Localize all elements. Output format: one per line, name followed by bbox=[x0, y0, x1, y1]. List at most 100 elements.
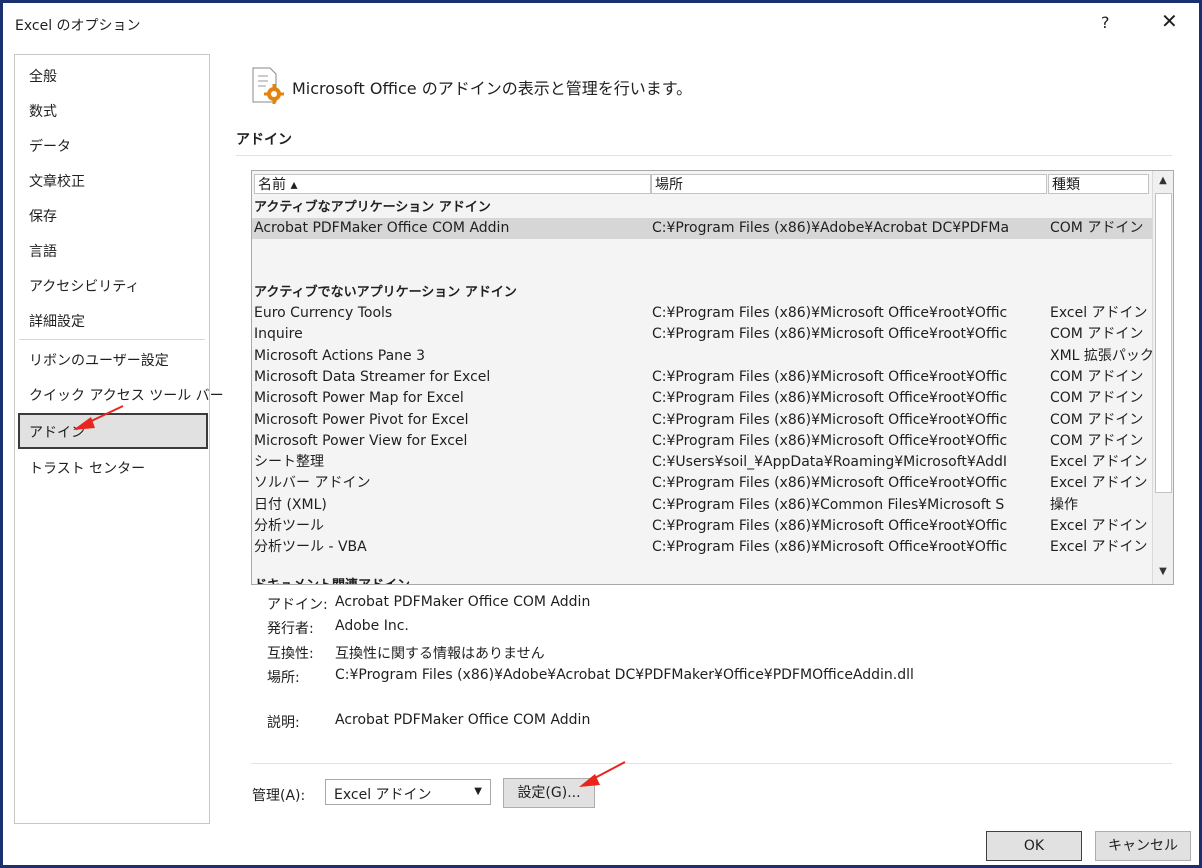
group-heading-inactive: アクティブでないアプリケーション アドイン bbox=[254, 285, 517, 300]
addin-location: C:¥Program Files (x86)¥Microsoft Office¥… bbox=[652, 518, 1008, 534]
addin-type: Excel アドイン bbox=[1050, 539, 1148, 556]
ok-button[interactable]: OK bbox=[986, 831, 1082, 861]
table-row[interactable]: 分析ツール - VBA C:¥Program Files (x86)¥Micros… bbox=[252, 537, 1152, 558]
help-button[interactable]: ? bbox=[1101, 13, 1110, 32]
addin-location: C:¥Program Files (x86)¥Microsoft Office¥… bbox=[652, 326, 1008, 343]
list-scrollbar[interactable]: ▲ ▼ bbox=[1152, 171, 1173, 584]
category-nav: 全般 数式 データ 文章校正 保存 言語 アクセシビリティ 詳細設定 リボンのユ… bbox=[14, 54, 224, 824]
addin-location: C:¥Program Files (x86)¥Microsoft Office¥… bbox=[652, 432, 1008, 449]
addin-type: COM アドイン bbox=[1050, 432, 1144, 449]
group-heading-document: ドキュメント関連アドイン bbox=[254, 575, 410, 584]
addin-name: Microsoft Actions Pane 3 bbox=[254, 347, 425, 364]
table-row[interactable]: Acrobat PDFMaker Office COM Addin C:¥Pro… bbox=[252, 218, 1152, 239]
detail-publisher-label: 発行者: bbox=[267, 621, 314, 637]
table-row[interactable]: Inquire C:¥Program Files (x86)¥Microsoft … bbox=[252, 324, 1152, 345]
manage-divider bbox=[251, 763, 1172, 764]
table-row[interactable]: Microsoft Power Map for Excel C:¥Program … bbox=[252, 388, 1152, 409]
section-title: アドイン bbox=[236, 132, 292, 148]
group-heading-active: アクティブなアプリケーション アドイン bbox=[254, 200, 491, 215]
nav-item-trust-center[interactable]: トラスト センター bbox=[29, 458, 145, 478]
addin-name: 日付 (XML) bbox=[254, 496, 327, 513]
table-row[interactable]: Euro Currency Tools C:¥Program Files (x86… bbox=[252, 303, 1152, 324]
page-heading: Microsoft Office のアドインの表示と管理を行います。 bbox=[292, 79, 693, 98]
column-header-location[interactable]: 場所 bbox=[651, 174, 1047, 194]
nav-item-formulas[interactable]: 数式 bbox=[29, 101, 57, 121]
nav-item-customize-ribbon[interactable]: リボンのユーザー設定 bbox=[29, 350, 169, 370]
addin-name: Microsoft Power Map for Excel bbox=[254, 390, 464, 407]
detail-publisher-value: Adobe Inc. bbox=[335, 618, 409, 634]
addin-location: C:¥Program Files (x86)¥Microsoft Office¥… bbox=[652, 411, 1008, 428]
addin-type: COM アドイン bbox=[1050, 326, 1144, 343]
addin-location: C:¥Program Files (x86)¥Microsoft Office¥… bbox=[652, 539, 1008, 556]
column-header-type[interactable]: 種類 bbox=[1048, 174, 1149, 194]
addin-location: C:¥Program Files (x86)¥Microsoft Office¥… bbox=[652, 305, 1008, 321]
table-row[interactable]: 分析ツール C:¥Program Files (x86)¥Microsoft Of… bbox=[252, 516, 1152, 537]
nav-divider bbox=[19, 339, 205, 340]
detail-location-value: C:¥Program Files (x86)¥Adobe¥Acrobat DC¥… bbox=[335, 667, 914, 683]
title-bar: Excel のオプション ? ✕ bbox=[3, 3, 1199, 47]
addin-name: Acrobat PDFMaker Office COM Addin bbox=[254, 220, 510, 236]
table-row[interactable]: 日付 (XML) C:¥Program Files (x86)¥Common Fi… bbox=[252, 495, 1152, 516]
detail-compat-value: 互換性に関する情報はありません bbox=[335, 646, 545, 662]
addin-name: Microsoft Data Streamer for Excel bbox=[254, 368, 491, 385]
detail-description-value: Acrobat PDFMaker Office COM Addin bbox=[335, 712, 591, 728]
addin-location: C:¥Program Files (x86)¥Adobe¥Acrobat DC¥… bbox=[652, 220, 1010, 236]
addin-type: Excel アドイン bbox=[1050, 305, 1148, 321]
addin-location: C:¥Program Files (x86)¥Microsoft Office¥… bbox=[652, 368, 1008, 385]
addin-type: Excel アドイン bbox=[1050, 454, 1148, 471]
table-row[interactable]: ソルバー アドイン C:¥Program Files (x86)¥Microsof… bbox=[252, 473, 1152, 494]
settings-button[interactable]: 設定(G)... bbox=[503, 778, 595, 808]
addin-gear-icon bbox=[252, 67, 284, 104]
scroll-thumb[interactable] bbox=[1155, 193, 1172, 493]
nav-item-advanced[interactable]: 詳細設定 bbox=[29, 311, 85, 331]
nav-item-save[interactable]: 保存 bbox=[29, 206, 57, 226]
addin-type: XML 拡張パック bbox=[1050, 347, 1152, 364]
nav-item-quick-access-toolbar[interactable]: クイック アクセス ツール バー bbox=[29, 385, 224, 405]
addin-name: 分析ツール - VBA bbox=[254, 539, 367, 556]
table-row[interactable]: Microsoft Power Pivot for Excel C:¥Progra… bbox=[252, 410, 1152, 431]
addins-list-content: 名前 ▴ 場所 種類 アクティブなアプリケーション アドイン Acrobat P… bbox=[252, 171, 1152, 584]
manage-dropdown[interactable]: Excel アドイン ▼ bbox=[325, 779, 491, 805]
nav-item-addins[interactable]: アドイン bbox=[29, 422, 85, 442]
nav-item-accessibility[interactable]: アクセシビリティ bbox=[29, 276, 139, 296]
nav-item-data[interactable]: データ bbox=[29, 136, 71, 156]
manage-label: 管理(A): bbox=[252, 788, 306, 804]
addin-location: C:¥Program Files (x86)¥Common Files¥Micr… bbox=[652, 496, 1005, 513]
addin-name: シート整理 bbox=[254, 454, 324, 471]
addins-list[interactable]: 名前 ▴ 場所 種類 アクティブなアプリケーション アドイン Acrobat P… bbox=[251, 170, 1174, 585]
addin-type: Excel アドイン bbox=[1050, 518, 1148, 534]
addin-name: Microsoft Power View for Excel bbox=[254, 432, 468, 449]
addin-name: ソルバー アドイン bbox=[254, 475, 371, 492]
chevron-down-icon: ▼ bbox=[474, 786, 482, 797]
column-header-name[interactable]: 名前 ▴ bbox=[254, 174, 651, 194]
table-row[interactable]: Microsoft Actions Pane 3 XML 拡張パック bbox=[252, 346, 1152, 367]
addin-name: Inquire bbox=[254, 326, 303, 343]
scroll-up-icon[interactable]: ▲ bbox=[1153, 171, 1173, 191]
table-row[interactable]: Microsoft Data Streamer for Excel C:¥Prog… bbox=[252, 367, 1152, 388]
nav-item-proofing[interactable]: 文章校正 bbox=[29, 171, 85, 191]
detail-location-label: 場所: bbox=[267, 670, 300, 686]
addin-name: Euro Currency Tools bbox=[254, 305, 393, 321]
section-divider bbox=[236, 155, 1172, 156]
addin-location: C:¥Users¥soil_¥AppData¥Roaming¥Microsoft… bbox=[652, 454, 1008, 471]
detail-description-label: 説明: bbox=[267, 715, 300, 731]
detail-compat-label: 互換性: bbox=[267, 646, 314, 662]
excel-options-dialog: Excel のオプション ? ✕ 全般 数式 データ 文章校正 保存 言語 アク… bbox=[0, 0, 1202, 868]
addin-type: COM アドイン bbox=[1050, 390, 1144, 407]
dialog-title: Excel のオプション bbox=[15, 18, 141, 34]
nav-item-general[interactable]: 全般 bbox=[29, 66, 57, 86]
addin-location: C:¥Program Files (x86)¥Microsoft Office¥… bbox=[652, 475, 1008, 492]
close-button[interactable]: ✕ bbox=[1161, 9, 1178, 33]
nav-item-language[interactable]: 言語 bbox=[29, 241, 57, 261]
table-row[interactable]: シート整理 C:¥Users¥soil_¥AppData¥Roaming¥Micr… bbox=[252, 452, 1152, 473]
detail-addin-label: アドイン: bbox=[267, 597, 328, 613]
cancel-button[interactable]: キャンセル bbox=[1095, 831, 1191, 861]
addin-type: 操作 bbox=[1050, 496, 1078, 513]
manage-dropdown-value: Excel アドイン bbox=[334, 787, 432, 803]
table-row[interactable]: Microsoft Power View for Excel C:¥Program… bbox=[252, 431, 1152, 452]
addin-location: C:¥Program Files (x86)¥Microsoft Office¥… bbox=[652, 390, 1008, 407]
addin-type: Excel アドイン bbox=[1050, 475, 1148, 492]
addin-type: COM アドイン bbox=[1050, 220, 1144, 236]
scroll-down-icon[interactable]: ▼ bbox=[1153, 562, 1173, 582]
addin-type: COM アドイン bbox=[1050, 368, 1144, 385]
